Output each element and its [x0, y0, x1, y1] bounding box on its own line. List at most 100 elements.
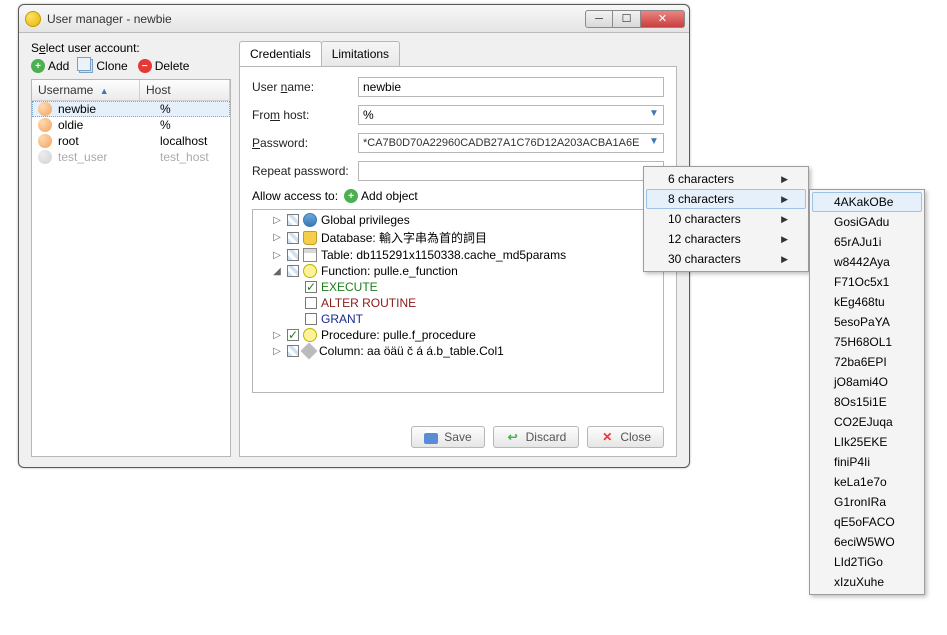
tab-credentials[interactable]: Credentials	[239, 41, 322, 66]
menu-item[interactable]: 75H68OL1	[812, 332, 922, 352]
checkbox[interactable]	[305, 313, 317, 325]
menu-item[interactable]: kEg468tu	[812, 292, 922, 312]
checkbox[interactable]	[287, 265, 299, 277]
discard-button[interactable]: ↩Discard	[493, 426, 580, 448]
add-object-button[interactable]: + Add object	[344, 189, 418, 203]
save-button[interactable]: Save	[411, 426, 484, 448]
tabstrip: Credentials Limitations	[239, 41, 677, 66]
tree-node-procedure[interactable]: ▷ ✓ Procedure: pulle.f_procedure	[271, 327, 659, 343]
user-row[interactable]: test_user test_host	[32, 149, 230, 165]
username-label: User name:	[252, 80, 358, 94]
expander-icon[interactable]: ▷	[271, 346, 283, 357]
menu-item[interactable]: keLa1e7o	[812, 472, 922, 492]
menu-item-label: finiP4Ii	[834, 455, 870, 469]
column-host[interactable]: Host	[140, 80, 230, 100]
tree-node-alter-routine[interactable]: ALTER ROUTINE	[305, 295, 659, 311]
menu-item[interactable]: 12 characters▶	[646, 229, 806, 249]
tree-node-execute[interactable]: ✓ EXECUTE	[305, 279, 659, 295]
close-button[interactable]: ✕Close	[587, 426, 664, 448]
window-close-button[interactable]: ✕	[641, 10, 685, 28]
dropdown-icon[interactable]: ▼	[647, 108, 661, 122]
tree-node-global[interactable]: ▷ Global privileges	[271, 212, 659, 228]
collapse-icon[interactable]: ◢	[271, 266, 283, 277]
checkbox[interactable]: ✓	[287, 329, 299, 341]
allow-access-label: Allow access to:	[252, 189, 338, 203]
menu-item[interactable]: G1ronIRa	[812, 492, 922, 512]
tree-node-grant[interactable]: GRANT	[305, 311, 659, 327]
menu-item[interactable]: 65rAJu1i	[812, 232, 922, 252]
privilege-tree[interactable]: ▷ Global privileges ▷ Database: 輸入字串為首的詞…	[252, 209, 664, 393]
expander-icon[interactable]: ▷	[271, 250, 283, 261]
menu-item-label: kEg468tu	[834, 295, 885, 309]
delete-user-button[interactable]: − Delete	[138, 59, 190, 73]
menu-item[interactable]: LIk25EKE	[812, 432, 922, 452]
checkbox[interactable]	[287, 249, 299, 261]
password-label: Password:	[252, 136, 358, 150]
clone-user-button[interactable]: Clone	[79, 59, 127, 73]
user-list-header[interactable]: Username ▲ Host	[32, 80, 230, 101]
tree-node-column[interactable]: ▷ Column: aa öäü č á á.b_table.Col1	[271, 343, 659, 359]
menu-item[interactable]: w8442Aya	[812, 252, 922, 272]
menu-item[interactable]: LId2TiGo	[812, 552, 922, 572]
menu-item[interactable]: 10 characters▶	[646, 209, 806, 229]
user-icon	[38, 134, 52, 148]
dropdown-icon[interactable]: ▼	[647, 136, 661, 150]
menu-item[interactable]: 6eciW5WO	[812, 532, 922, 552]
menu-item-label: 65rAJu1i	[834, 235, 881, 249]
menu-item[interactable]: 6 characters▶	[646, 169, 806, 189]
expander-icon[interactable]: ▷	[271, 330, 283, 341]
password-length-menu[interactable]: 6 characters▶8 characters▶10 characters▶…	[643, 166, 809, 272]
expander-icon[interactable]: ▷	[271, 215, 283, 226]
menu-item[interactable]: F71Oc5x1	[812, 272, 922, 292]
app-icon	[25, 11, 41, 27]
maximize-button[interactable]: ☐	[613, 10, 641, 28]
menu-item-label: keLa1e7o	[834, 475, 887, 489]
minimize-button[interactable]: ─	[585, 10, 613, 28]
menu-item[interactable]: 4AKakOBe	[812, 192, 922, 212]
menu-item[interactable]: xIzuXuhe	[812, 572, 922, 592]
user-row[interactable]: oldie %	[32, 117, 230, 133]
user-list[interactable]: Username ▲ Host newbie % oldie % root lo…	[31, 79, 231, 457]
menu-item[interactable]: 72ba6EPI	[812, 352, 922, 372]
titlebar[interactable]: User manager - newbie ─ ☐ ✕	[19, 5, 689, 33]
menu-item-label: 6eciW5WO	[834, 535, 895, 549]
menu-item[interactable]: 30 characters▶	[646, 249, 806, 269]
menu-item-label: 30 characters	[668, 252, 741, 266]
repeat-password-input[interactable]	[358, 161, 664, 181]
column-username[interactable]: Username ▲	[32, 80, 140, 100]
add-user-button[interactable]: + Add	[31, 59, 69, 73]
password-suggestions-menu[interactable]: 4AKakOBeGosiGAdu 65rAJu1i w8442AyaF71Oc5x1…	[809, 189, 925, 595]
user-name-cell: test_user	[56, 150, 160, 164]
checkbox[interactable]	[287, 214, 299, 226]
checkbox[interactable]: ✓	[305, 281, 317, 293]
menu-item[interactable]: 5esoPaYA	[812, 312, 922, 332]
checkbox[interactable]	[287, 345, 299, 357]
tab-limitations[interactable]: Limitations	[321, 41, 400, 66]
checkbox[interactable]	[305, 297, 317, 309]
checkbox[interactable]	[287, 232, 299, 244]
window-title: User manager - newbie	[47, 12, 585, 26]
expander-icon[interactable]: ▷	[271, 232, 283, 243]
menu-item-label: 10 characters	[668, 212, 741, 226]
menu-item[interactable]: CO2EJuqa	[812, 412, 922, 432]
plus-icon: +	[31, 59, 45, 73]
username-input[interactable]: newbie	[358, 77, 664, 97]
password-input[interactable]: *CA7B0D70A22960CADB27A1C76D12A203ACBA1A6…	[358, 133, 664, 153]
undo-icon: ↩	[506, 430, 520, 444]
user-name-cell: root	[56, 134, 160, 148]
menu-item[interactable]: finiP4Ii	[812, 452, 922, 472]
menu-item[interactable]: 8 characters▶	[646, 189, 806, 209]
tree-node-table[interactable]: ▷ Table: db115291x1150338.cache_md5param…	[271, 247, 659, 263]
user-icon	[38, 150, 52, 164]
tree-node-function[interactable]: ◢ Function: pulle.e_function	[271, 263, 659, 279]
tree-node-database[interactable]: ▷ Database: 輸入字串為首的詞目	[271, 228, 659, 247]
user-row[interactable]: root localhost	[32, 133, 230, 149]
user-row[interactable]: newbie %	[32, 101, 230, 117]
from-host-input[interactable]: %▼	[358, 105, 664, 125]
plus-icon: +	[344, 189, 358, 203]
menu-item[interactable]: GosiGAdu	[812, 212, 922, 232]
menu-item[interactable]: qE5oFACO	[812, 512, 922, 532]
submenu-arrow-icon: ▶	[781, 194, 788, 205]
menu-item[interactable]: 8Os15i1E	[812, 392, 922, 412]
menu-item[interactable]: jO8ami4O	[812, 372, 922, 392]
